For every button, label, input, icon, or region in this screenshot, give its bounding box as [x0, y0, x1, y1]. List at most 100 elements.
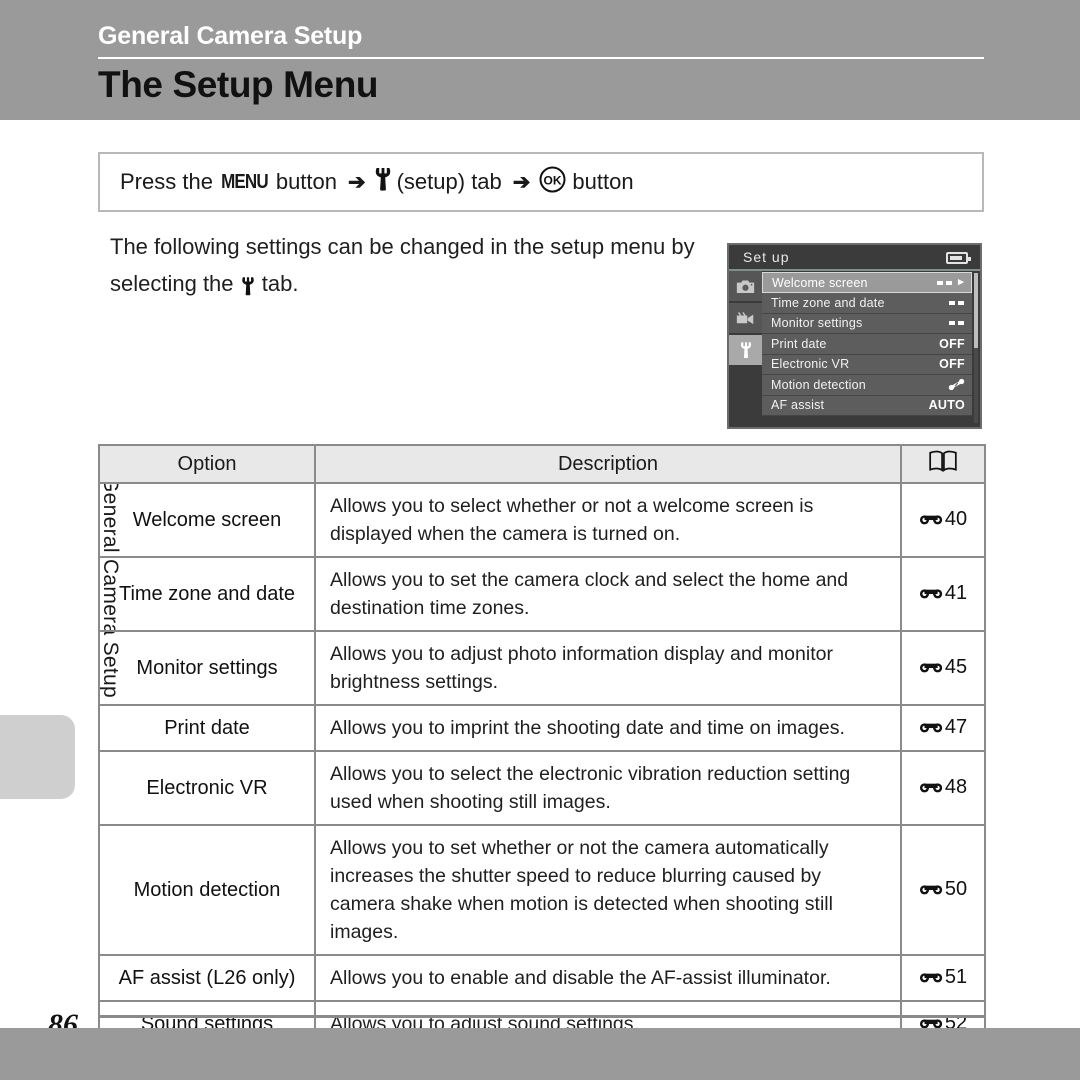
- lcd-item-value: OFF: [939, 357, 965, 372]
- reference-number: 47: [944, 716, 968, 738]
- column-header-description: Description: [314, 444, 902, 484]
- lcd-scrollbar[interactable]: [974, 273, 978, 423]
- camera-icon: [736, 280, 755, 293]
- instruction-text: Press the MENU button ➔ (setup) tab ➔ OK…: [100, 166, 638, 199]
- lcd-item-label: Monitor settings: [771, 316, 863, 331]
- lcd-tab-setup[interactable]: [729, 335, 762, 365]
- table-row: Monitor settings Allows you to adjust ph…: [98, 630, 986, 706]
- lcd-menu-item-af-assist[interactable]: AF assist AUTO: [762, 395, 972, 416]
- lcd-menu-item-time-zone-and-date[interactable]: Time zone and date: [762, 293, 972, 314]
- lcd-body: Welcome screen ▸ Time zone and date Moni…: [729, 271, 980, 427]
- lcd-item-label: Motion detection: [771, 377, 866, 392]
- reference-symbol-icon: [919, 657, 944, 680]
- intro-line2-after: tab.: [261, 271, 299, 296]
- lcd-title: Set up: [743, 249, 790, 265]
- table-row: Print date Allows you to imprint the sho…: [98, 704, 986, 752]
- battery-icon: [946, 252, 971, 264]
- movie-camera-icon: [736, 311, 754, 324]
- option-description: Allows you to set whether or not the cam…: [314, 824, 902, 956]
- reference-symbol-icon: [919, 777, 944, 800]
- lcd-scrollbar-thumb[interactable]: [974, 273, 978, 348]
- lcd-item-value: AUTO: [928, 398, 965, 413]
- book-icon: [928, 450, 958, 478]
- wrench-icon: [740, 342, 751, 359]
- lcd-tab-shooting[interactable]: [729, 271, 762, 301]
- lcd-item-value: [949, 300, 965, 305]
- motion-detection-icon: [948, 379, 965, 391]
- lcd-item-value: OFF: [939, 336, 965, 351]
- option-name: Print date: [98, 704, 316, 752]
- reference-symbol-icon: [919, 717, 944, 740]
- reference-cell: 47: [900, 704, 986, 752]
- setup-options-table: Option Description Welcome screen Allows…: [98, 444, 986, 1080]
- lcd-menu-item-welcome-screen[interactable]: Welcome screen ▸: [762, 272, 972, 293]
- reference-number: 41: [944, 582, 968, 604]
- option-description: Allows you to select whether or not a we…: [314, 482, 902, 558]
- lcd-titlebar: Set up: [729, 245, 980, 271]
- option-name: Welcome screen: [98, 482, 316, 558]
- reference-cell: 51: [900, 954, 986, 1002]
- chevron-right-icon: ▸: [958, 276, 964, 288]
- table-row: Electronic VR Allows you to select the e…: [98, 750, 986, 826]
- option-name: Time zone and date: [98, 556, 316, 632]
- column-header-option: Option: [98, 444, 316, 484]
- option-name: Electronic VR: [98, 750, 316, 826]
- lcd-tab-movie[interactable]: [729, 303, 762, 333]
- reference-number: 45: [944, 656, 968, 678]
- svg-text:OK: OK: [544, 173, 562, 187]
- lcd-menu-item-motion-detection[interactable]: Motion detection: [762, 375, 972, 396]
- option-description: Allows you to adjust photo information d…: [314, 630, 902, 706]
- camera-lcd-illustration: Set up Welcome screen ▸ Time zone and da…: [727, 243, 982, 429]
- lcd-item-value: [948, 378, 965, 391]
- intro-line1: The following settings can be changed in…: [110, 234, 695, 259]
- table-row: Welcome screen Allows you to select whet…: [98, 482, 986, 558]
- reference-symbol-icon: [919, 879, 944, 902]
- reference-number: 50: [944, 878, 968, 900]
- table-row: Time zone and date Allows you to set the…: [98, 556, 986, 632]
- reference-cell: 48: [900, 750, 986, 826]
- lcd-item-value: [949, 321, 965, 326]
- lcd-menu-item-electronic-vr[interactable]: Electronic VR OFF: [762, 354, 972, 375]
- dashes-icon: [937, 280, 953, 285]
- reference-cell: 40: [900, 482, 986, 558]
- arrow-right-icon-1: ➔: [348, 170, 366, 194]
- page-footer-band: [0, 1028, 1080, 1080]
- reference-number: 48: [944, 776, 968, 798]
- reference-cell: 41: [900, 556, 986, 632]
- option-description: Allows you to set the camera clock and s…: [314, 556, 902, 632]
- lcd-menu-item-print-date[interactable]: Print date OFF: [762, 334, 972, 355]
- intro-paragraph: The following settings can be changed in…: [110, 228, 710, 304]
- instruction-part2: button: [275, 169, 337, 194]
- instruction-part4: button: [572, 169, 634, 194]
- page-title: The Setup Menu: [98, 64, 379, 105]
- footer-divider: [98, 1015, 984, 1018]
- lcd-item-label: Print date: [771, 336, 827, 351]
- lcd-item-label: AF assist: [771, 398, 825, 413]
- sidebar-thumb-tab: [0, 715, 75, 799]
- option-name: AF assist (L26 only): [98, 954, 316, 1002]
- dashes-icon: [949, 321, 965, 326]
- header-divider: [98, 57, 984, 59]
- arrow-right-icon-2: ➔: [512, 170, 531, 194]
- menu-button-glyph: MENU: [221, 170, 269, 193]
- reference-cell: 50: [900, 824, 986, 956]
- reference-symbol-icon: [919, 509, 944, 532]
- option-description: Allows you to imprint the shooting date …: [314, 704, 902, 752]
- header-kicker: General Camera Setup: [98, 22, 363, 50]
- reference-number: 51: [944, 966, 968, 988]
- column-header-reference: [900, 444, 986, 484]
- ok-button-icon: OK: [539, 166, 566, 199]
- reference-cell: 45: [900, 630, 986, 706]
- option-name: Monitor settings: [98, 630, 316, 706]
- lcd-menu-item-monitor-settings[interactable]: Monitor settings: [762, 313, 972, 334]
- lcd-tab-strip: [729, 271, 762, 427]
- instruction-callout: Press the MENU button ➔ (setup) tab ➔ OK…: [98, 152, 984, 212]
- instruction-part3: (setup) tab: [396, 169, 502, 194]
- reference-number: 40: [944, 508, 968, 530]
- page-header-band: General Camera Setup The Setup Menu: [0, 0, 1080, 120]
- wrench-icon: [373, 167, 393, 197]
- lcd-item-value: ▸: [937, 277, 964, 288]
- manual-page: General Camera Setup The Setup Menu Gene…: [0, 0, 1080, 1080]
- option-description: Allows you to enable and disable the AF-…: [314, 954, 902, 1002]
- setup-options-table-wrap: Option Description Welcome screen Allows…: [98, 444, 986, 1080]
